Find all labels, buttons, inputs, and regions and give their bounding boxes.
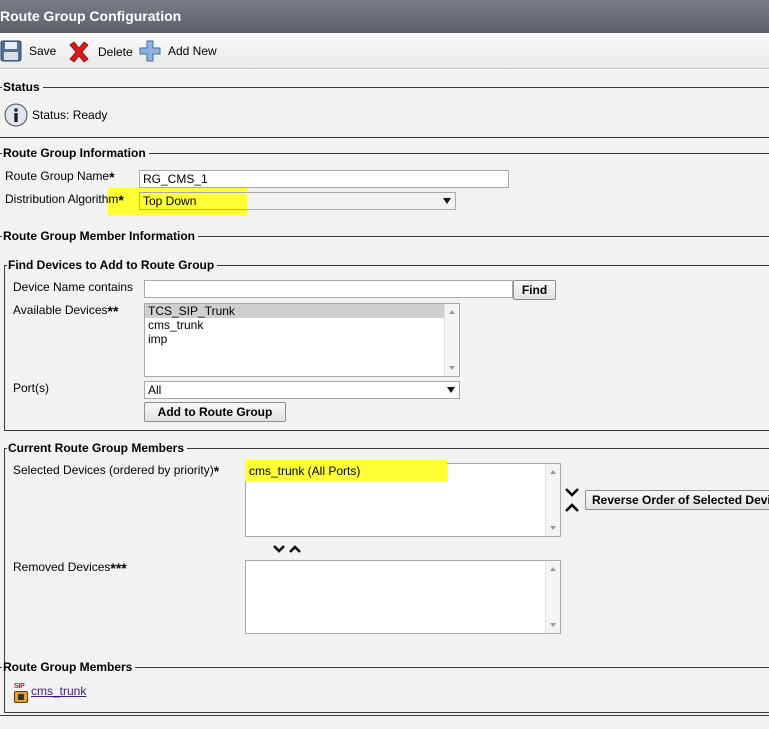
add-icon [139,40,161,62]
sip-trunk-icon: SIP [14,683,30,705]
scroll-down-icon [550,623,556,627]
member-info-legend: Route Group Member Information [3,229,195,243]
member-link-cms-trunk[interactable]: cms_trunk [31,684,86,698]
removed-devices-list[interactable] [245,560,561,634]
scrollbar[interactable] [545,561,560,633]
add-to-route-group-button[interactable]: Add to Route Group [144,402,286,422]
route-group-members-legend: Route Group Members [3,660,133,674]
save-button[interactable]: Save [0,40,56,62]
find-devices-legend: Find Devices to Add to Route Group [8,258,215,272]
scrollbar[interactable] [545,464,560,536]
window-title: Route Group Configuration [0,0,769,33]
route-group-info-legend: Route Group Information [3,146,146,160]
available-devices-label: Available Devices** [13,303,119,319]
available-device-item[interactable]: imp [145,332,459,346]
member-info-section: Route Group Member Information [0,229,769,243]
content-area: Status Status: Ready Route Group Informa… [0,70,769,729]
route-group-name-label: Route Group Name* [5,169,115,185]
find-button[interactable]: Find [513,280,556,300]
reverse-order-button[interactable]: Reverse Order of Selected Devices [585,490,769,510]
current-members-legend: Current Route Group Members [8,441,185,455]
scrollbar[interactable] [444,304,459,376]
selected-devices-label: Selected Devices (ordered by priority)* [13,463,220,479]
removed-devices-label: Removed Devices*** [13,560,127,576]
available-device-item[interactable]: cms_trunk [145,318,459,332]
scroll-up-icon [550,470,556,474]
move-down-up-icon[interactable] [565,487,579,513]
scroll-down-icon [449,366,455,370]
save-label: Save [29,44,57,58]
distribution-algorithm-label: Distribution Algorithm* [5,192,124,208]
info-icon [4,103,28,127]
move-devices-icon[interactable] [273,544,303,554]
distribution-algorithm-select[interactable]: Top Down [139,192,456,210]
scroll-up-icon [449,310,455,314]
delete-label: Delete [98,45,133,59]
delete-icon [69,41,89,63]
device-name-label: Device Name contains [13,280,134,294]
delete-button[interactable]: Delete [67,40,133,64]
ports-select[interactable]: All [144,381,460,399]
chevron-down-icon [443,198,451,204]
add-new-label: Add New [168,44,217,58]
available-devices-list[interactable]: TCS_SIP_Trunk cms_trunk imp [144,303,460,377]
available-device-item[interactable]: TCS_SIP_Trunk [145,304,459,318]
route-group-name-input[interactable]: RG_CMS_1 [139,170,509,188]
chevron-down-icon [447,387,455,393]
save-icon [0,40,22,62]
device-name-input[interactable] [144,280,513,298]
status-section: Status [0,80,769,138]
status-legend: Status [3,80,40,94]
add-new-button[interactable]: Add New [139,40,217,62]
route-group-members-section: Route Group Members [0,660,769,716]
scroll-up-icon [550,567,556,571]
scroll-down-icon [550,526,556,530]
status-text: Status: Ready [32,108,108,122]
selected-device-item[interactable]: cms_trunk (All Ports) [249,464,360,478]
toolbar: Save Delete Add New [0,33,769,69]
ports-label: Port(s) [13,381,49,395]
